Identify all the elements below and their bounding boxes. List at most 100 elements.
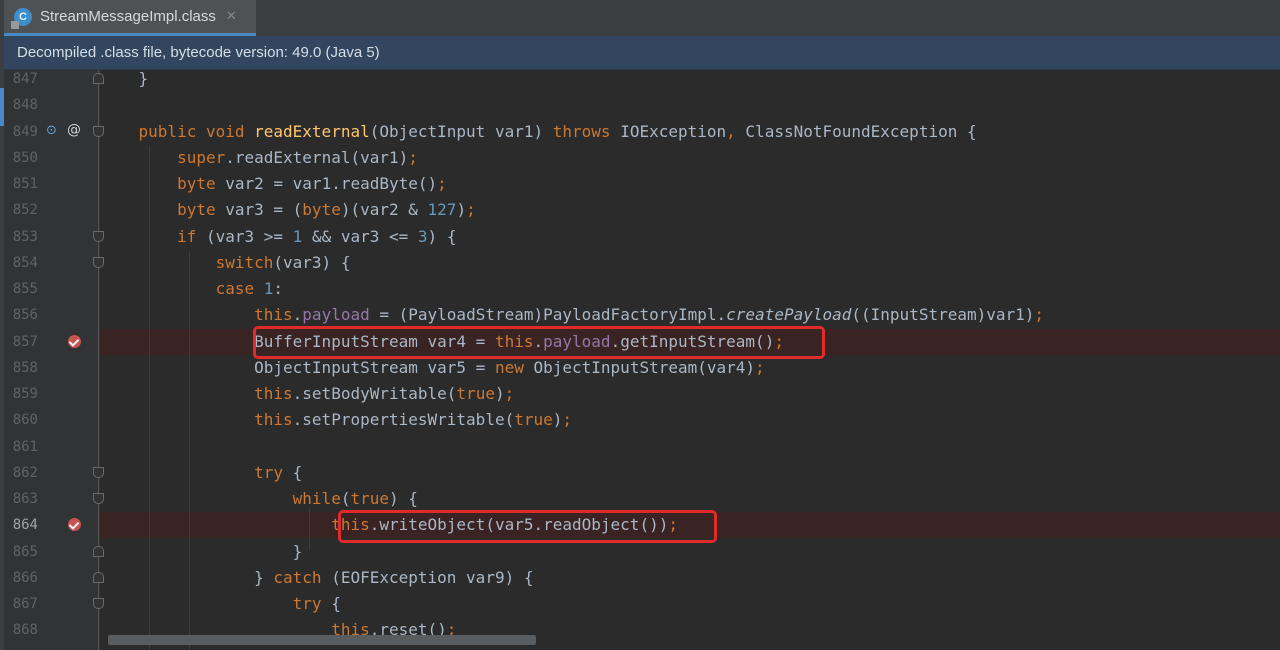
code-token: ; [755,357,765,377]
code-text-area[interactable]: public void readExternal(ObjectInput var… [100,119,1280,145]
line-number: 851 [12,176,38,192]
code-token: case [215,279,264,298]
code-token: catch [273,567,332,587]
code-text-area[interactable]: switch(var3) { [100,250,1280,276]
override-icon[interactable]: ⊙ [46,123,57,138]
banner-text: Decompiled .class file, bytecode version… [17,44,380,61]
code-token: this [254,384,293,403]
code-token: true [514,410,553,430]
code-text-area[interactable]: try { [100,591,1280,617]
code-token: new [494,357,534,377]
code-text-area[interactable] [100,434,1280,460]
code-token: IOException [620,121,727,141]
code-line[interactable]: 850 super.readExternal(var1); [4,145,1280,171]
code-token: ; [408,147,418,167]
code-line[interactable]: 855 case 1: [4,276,1280,302]
code-text: this.setBodyWritable(true); [100,381,514,407]
code-line[interactable]: 863 while(true) { [4,486,1280,512]
code-line[interactable]: 853 if (var3 >= 1 && var3 <= 3) { [4,224,1280,250]
code-token: try [254,462,293,482]
code-text-area[interactable]: try { [100,460,1280,486]
tab-title: StreamMessageImpl.class [40,8,216,25]
code-line[interactable]: 856 this.payload = (PayloadStream)Payloa… [4,302,1280,328]
breakpoint-icon[interactable] [68,518,81,532]
code-line[interactable]: 859 this.setBodyWritable(true); [4,381,1280,407]
class-file-icon: C [11,7,32,29]
fold-collapse-icon[interactable] [93,598,104,609]
code-token: .setBodyWritable( [292,384,457,403]
code-text-area[interactable]: super.readExternal(var1); [100,145,1280,171]
close-icon[interactable]: ✕ [226,9,237,24]
code-token: (EOFException var9) { [331,567,534,587]
code-line[interactable]: 860 this.setPropertiesWritable(true); [4,407,1280,433]
code-token: { [331,594,341,613]
code-token: ) [456,200,467,220]
horizontal-scrollbar[interactable] [108,635,536,645]
code-text-area[interactable]: while(true) { [100,486,1280,512]
code-text-area[interactable] [100,92,1280,118]
code-text-area[interactable]: } [100,70,1280,92]
code-text-area[interactable]: case 1: [100,276,1280,302]
code-text-area[interactable]: } catch (EOFException var9) { [100,565,1280,591]
code-token: switch [215,252,274,272]
code-text: } catch (EOFException var9) { [100,565,533,591]
line-number: 850 [12,149,38,166]
breakpoint-icon[interactable] [68,334,81,348]
line-number: 863 [12,491,38,507]
tab-streammessageimpl-class[interactable]: C StreamMessageImpl.class ✕ [4,0,256,36]
code-line[interactable]: 862 try { [4,460,1280,486]
code-line[interactable]: 866 } catch (EOFException var9) { [4,565,1280,591]
code-token: } [100,70,149,88]
line-number: 861 [12,438,38,455]
code-token: throws [552,121,621,141]
code-line[interactable]: 849 public void readExternal(ObjectInput… [4,119,1280,145]
code-line[interactable]: 852 byte var3 = (byte)(var2 & 127); [4,197,1280,223]
code-token: .setPropertiesWritable( [292,410,515,430]
fold-end-icon[interactable] [93,545,104,557]
code-text-area[interactable]: this.setBodyWritable(true); [100,381,1280,407]
line-number: 868 [12,622,38,639]
code-text-area[interactable]: if (var3 >= 1 && var3 <= 3) { [100,224,1280,250]
code-token: } [100,567,274,587]
code-token: var3 = ( [225,200,303,220]
code-line[interactable]: 861 [4,434,1280,460]
code-token: this [254,410,293,430]
fold-collapse-icon[interactable] [93,493,104,504]
line-number: 855 [12,281,38,297]
code-token: payload [302,305,370,325]
code-token: && var3 <= [311,226,418,246]
code-text-area[interactable]: byte var2 = var1.readByte(); [100,171,1280,197]
code-token: (var3 >= [205,226,293,246]
code-token: 127 [427,200,457,220]
line-number: 852 [12,202,38,219]
code-editor[interactable]: 847 } 848 849 public void readExternal(Obj… [4,70,1280,650]
code-token: ) [552,410,563,430]
code-line[interactable]: 867 try { [4,591,1280,617]
code-line[interactable]: 848 [4,92,1280,118]
annotation-icon[interactable]: @ [67,122,81,138]
fold-collapse-icon[interactable] [93,125,104,137]
code-line[interactable]: 847 } [4,70,1280,92]
code-token: )(var2 & [340,200,428,220]
line-number: 862 [12,464,38,481]
fold-collapse-icon[interactable] [93,466,104,478]
code-token: } [100,541,303,561]
line-number: 848 [12,97,38,114]
line-number: 847 [12,71,38,87]
code-text-area[interactable]: this.payload = (PayloadStream)PayloadFac… [100,302,1280,328]
fold-collapse-icon[interactable] [93,230,104,242]
code-token: ; [1034,305,1045,325]
code-text-area[interactable]: this.setPropertiesWritable(true); [100,407,1280,433]
code-line[interactable]: 851 byte var2 = var1.readByte(); [4,171,1280,197]
decompiled-banner: Decompiled .class file, bytecode version… [4,36,1280,70]
fold-end-icon[interactable] [93,73,104,84]
fold-collapse-icon[interactable] [93,256,104,268]
code-line[interactable]: 854 switch(var3) { [4,250,1280,276]
fold-end-icon[interactable] [93,571,104,583]
code-token: if [177,226,206,246]
code-text-area[interactable]: byte var3 = (byte)(var2 & 127); [100,197,1280,223]
